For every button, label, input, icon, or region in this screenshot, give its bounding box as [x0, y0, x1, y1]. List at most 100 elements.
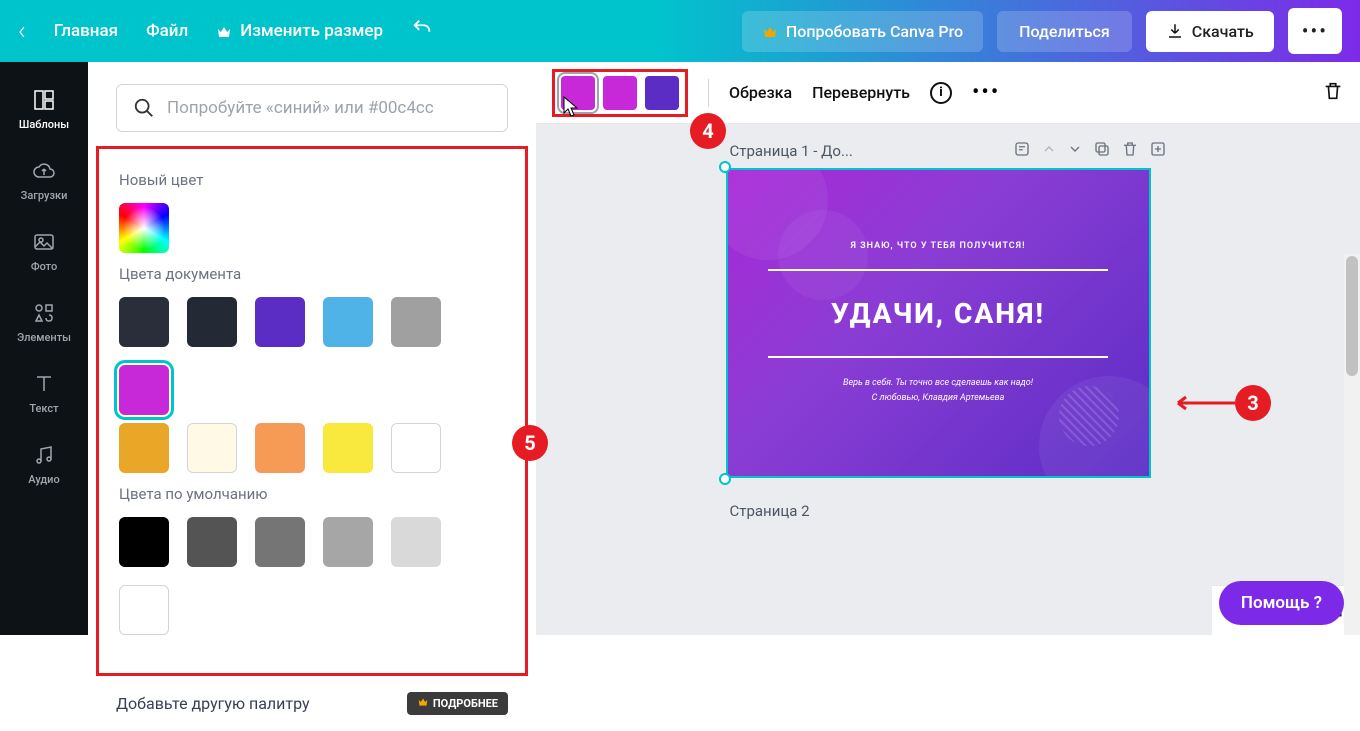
left-sidebar: Шаблоны Загрузки Фото Элементы Текст Ауд… — [0, 62, 88, 635]
move-up-icon[interactable] — [1041, 141, 1057, 161]
color-picker-swatch[interactable] — [119, 203, 169, 253]
sidebar-item-label: Аудио — [28, 473, 59, 486]
sidebar-item-label: Загрузки — [21, 189, 68, 202]
card-sub-line2: С любовью, Клавдия Артемьева — [843, 391, 1033, 405]
main: Шаблоны Загрузки Фото Элементы Текст Ауд… — [0, 62, 1360, 635]
color-swatch[interactable] — [255, 423, 305, 473]
search-input[interactable] — [167, 98, 491, 118]
selection-handle[interactable] — [719, 473, 731, 485]
color-swatch[interactable] — [255, 517, 305, 567]
scrollbar-thumb[interactable] — [1346, 256, 1358, 376]
add-page-icon[interactable] — [1149, 140, 1167, 162]
color-swatch[interactable] — [391, 423, 441, 473]
deco-stripes — [1059, 386, 1119, 446]
text-icon — [32, 372, 56, 396]
doc-colors-row — [119, 297, 505, 415]
annotation-4: 4 — [690, 113, 726, 149]
download-icon — [1166, 22, 1184, 40]
crop-button[interactable]: Обрезка — [729, 83, 792, 102]
photo-icon — [32, 230, 56, 254]
deco-circle — [778, 210, 868, 300]
context-swatch-3[interactable] — [645, 76, 679, 110]
color-swatch[interactable] — [187, 297, 237, 347]
sidebar-item-elements[interactable]: Элементы — [0, 287, 88, 358]
color-swatch[interactable] — [119, 365, 169, 415]
new-color-row — [119, 203, 505, 253]
page-1: Страница 1 - До... Я ЗНАЮ, ЧТО У ТЕБЯ ПО… — [726, 134, 1171, 520]
annotation-3: 3 — [1235, 385, 1271, 421]
sidebar-item-uploads[interactable]: Загрузки — [0, 145, 88, 216]
sidebar-item-label: Фото — [31, 260, 57, 273]
sidebar-item-photos[interactable]: Фото — [0, 216, 88, 287]
crown-icon — [216, 24, 232, 38]
context-swatch-1[interactable] — [561, 76, 595, 110]
scrollbar[interactable] — [1344, 254, 1360, 635]
selection-handle[interactable] — [719, 161, 731, 173]
search-box[interactable] — [116, 84, 508, 132]
download-button[interactable]: Скачать — [1146, 11, 1274, 52]
delete-icon[interactable] — [1322, 80, 1344, 106]
share-button[interactable]: Поделиться — [997, 11, 1132, 52]
details-badge[interactable]: ПОДРОБНЕЕ — [407, 692, 508, 715]
context-swatch-2[interactable] — [603, 76, 637, 110]
page-2-title: Страница 2 — [726, 502, 1171, 520]
sidebar-item-audio[interactable]: Аудио — [0, 429, 88, 500]
info-icon[interactable]: i — [930, 82, 952, 104]
canvas-area: Обрезка Перевернуть i ••• Страница 1 - Д… — [536, 62, 1360, 635]
top-toolbar: ‹ Главная Файл Изменить размер Попробова… — [0, 0, 1360, 62]
move-down-icon[interactable] — [1067, 141, 1083, 161]
color-swatch[interactable] — [187, 517, 237, 567]
color-swatch[interactable] — [119, 423, 169, 473]
context-toolbar: Обрезка Перевернуть i ••• — [536, 62, 1360, 124]
color-swatch[interactable] — [391, 517, 441, 567]
file-menu[interactable]: Файл — [146, 21, 188, 41]
card-subtitle: Верь в себя. Ты точно все сделаешь как н… — [843, 376, 1033, 405]
search-wrap — [116, 84, 508, 132]
new-color-title: Новый цвет — [119, 171, 505, 189]
delete-page-icon[interactable] — [1121, 140, 1139, 162]
help-button[interactable]: Помощь ? — [1219, 581, 1344, 625]
color-swatch[interactable] — [323, 423, 373, 473]
default-colors-row — [119, 517, 505, 635]
sidebar-item-label: Текст — [29, 402, 58, 415]
sidebar-item-label: Шаблоны — [19, 118, 69, 131]
sidebar-item-label: Элементы — [17, 331, 71, 344]
try-pro-button[interactable]: Попробовать Canva Pro — [742, 11, 983, 52]
color-swatch[interactable] — [119, 297, 169, 347]
notes-icon[interactable] — [1013, 140, 1031, 162]
divider — [708, 79, 709, 107]
back-icon[interactable]: ‹ — [18, 16, 26, 46]
sidebar-item-templates[interactable]: Шаблоны — [0, 74, 88, 145]
duplicate-icon[interactable] — [1093, 140, 1111, 162]
color-swatch[interactable] — [323, 297, 373, 347]
canvas-scroll[interactable]: Страница 1 - До... Я ЗНАЮ, ЧТО У ТЕБЯ ПО… — [536, 124, 1360, 635]
details-label: ПОДРОБНЕЕ — [433, 697, 498, 710]
context-color-swatches — [552, 69, 688, 117]
topbar-right: Попробовать Canva Pro Поделиться Скачать… — [742, 8, 1342, 54]
design-canvas[interactable]: Я ЗНАЮ, ЧТО У ТЕБЯ ПОЛУЧИТСЯ! УДАЧИ, САН… — [726, 168, 1151, 478]
color-swatch[interactable] — [323, 517, 373, 567]
flip-button[interactable]: Перевернуть — [812, 83, 910, 102]
card-line — [768, 356, 1108, 358]
audio-icon — [32, 443, 56, 467]
card-top-text: Я ЗНАЮ, ЧТО У ТЕБЯ ПОЛУЧИТСЯ! — [851, 241, 1026, 251]
sidebar-item-text[interactable]: Текст — [0, 358, 88, 429]
add-palette-link[interactable]: Добавьте другую палитру — [116, 694, 310, 713]
color-swatch[interactable] — [187, 423, 237, 473]
templates-icon — [32, 88, 56, 112]
color-swatch[interactable] — [119, 585, 169, 635]
page-title: Страница 1 - До... — [730, 142, 1003, 160]
annotation-5: 5 — [512, 425, 548, 461]
context-more-button[interactable]: ••• — [972, 80, 1000, 105]
page-header: Страница 1 - До... — [726, 134, 1171, 168]
color-swatch[interactable] — [119, 517, 169, 567]
crown-icon — [417, 697, 429, 710]
default-colors-title: Цвета по умолчанию — [119, 485, 505, 503]
more-button[interactable]: ••• — [1288, 8, 1342, 54]
color-swatch[interactable] — [391, 297, 441, 347]
undo-icon[interactable] — [411, 17, 433, 45]
resize-button[interactable]: Изменить размер — [216, 21, 383, 41]
home-menu[interactable]: Главная — [54, 21, 118, 41]
crown-icon — [762, 24, 778, 38]
color-swatch[interactable] — [255, 297, 305, 347]
